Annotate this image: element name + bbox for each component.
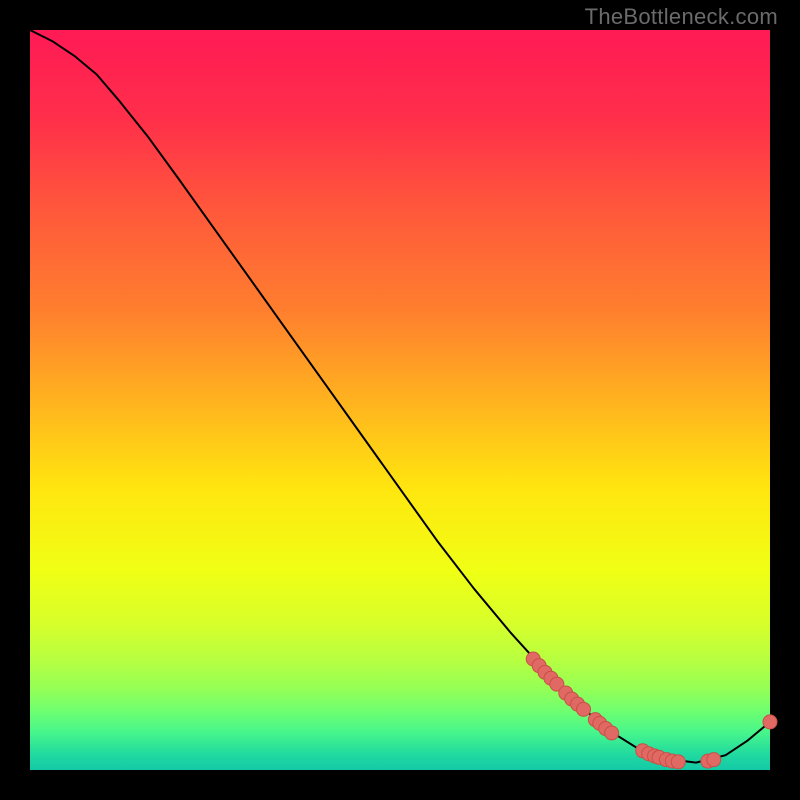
watermark-text: TheBottleneck.com xyxy=(585,4,778,30)
chart-stage: TheBottleneck.com xyxy=(0,0,800,800)
plot-background xyxy=(30,30,770,770)
data-marker xyxy=(605,726,619,740)
data-marker xyxy=(707,753,721,767)
data-marker xyxy=(577,702,591,716)
data-marker xyxy=(763,715,777,729)
data-marker xyxy=(671,755,685,769)
chart-svg xyxy=(0,0,800,800)
